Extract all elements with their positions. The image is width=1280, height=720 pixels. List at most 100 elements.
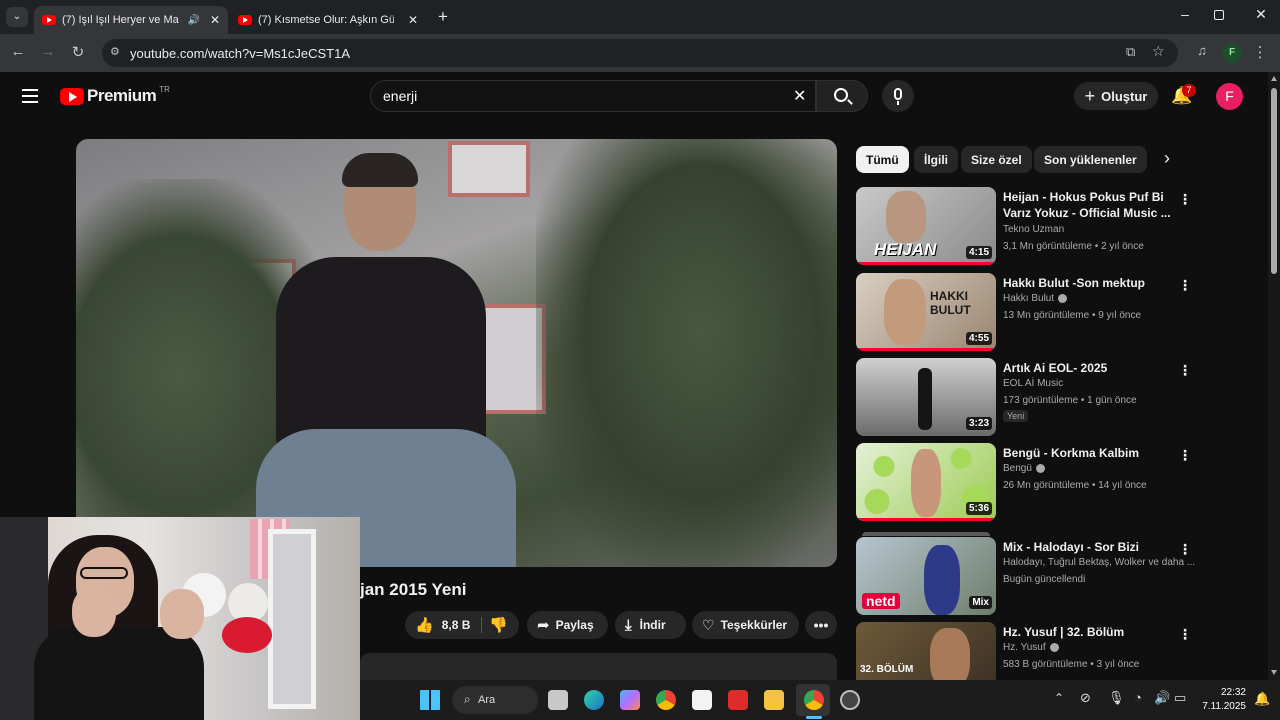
more-vertical-icon[interactable]: ⋮	[1178, 541, 1192, 558]
scrollbar-thumb[interactable]	[1271, 88, 1277, 274]
video-title[interactable]: Hz. Yusuf | 32. Bölüm	[1003, 624, 1173, 640]
like-button[interactable]: 👍 8,8 B 👎	[405, 611, 519, 639]
channel-name[interactable]: Tekno Uzman	[1003, 224, 1064, 235]
game-app-icon[interactable]	[840, 690, 860, 710]
media-controls-icon[interactable]: ♫	[1192, 43, 1212, 58]
browser-menu-icon[interactable]: ⋮	[1250, 43, 1270, 61]
search-input[interactable]: enerji ✕	[370, 80, 816, 112]
clock[interactable]: 22:32 7.11.2025	[1202, 686, 1246, 714]
forward-arrow-icon[interactable]: →	[38, 43, 58, 60]
microphone-icon[interactable]: 🎙	[1108, 690, 1125, 706]
video-thumbnail[interactable]: HEIJAN 4:15	[856, 187, 996, 265]
browser-tab[interactable]: (7) Kısmetse Olur: Aşkın Gücü 3 ✕	[230, 6, 426, 34]
video-thumbnail[interactable]: netd Mix	[856, 537, 996, 615]
reload-icon[interactable]: ↻	[68, 43, 88, 61]
chevron-right-icon[interactable]: ›	[1164, 148, 1170, 169]
install-app-icon[interactable]: ⧉	[1126, 44, 1135, 60]
site-info-icon[interactable]: ⚙	[110, 45, 120, 58]
more-vertical-icon[interactable]: ⋮	[1178, 277, 1192, 294]
video-title[interactable]: Artık Ai EOL- 2025	[1003, 360, 1173, 376]
list-item[interactable]: 5:36 Bengü - Korkma Kalbim Bengü 26 Mn g…	[856, 443, 1196, 523]
channel-name[interactable]: Hz. Yusuf	[1003, 642, 1059, 653]
back-arrow-icon[interactable]: ←	[8, 43, 28, 60]
youtube-logo[interactable]: Premium TR	[60, 85, 170, 106]
wps-office-icon[interactable]	[728, 690, 748, 710]
thumbs-down-icon[interactable]: 👎	[489, 616, 508, 634]
chrome-icon[interactable]	[656, 690, 676, 710]
camera-off-icon[interactable]: ⊘	[1080, 690, 1091, 706]
more-actions-button[interactable]: •••	[805, 611, 837, 639]
thanks-button[interactable]: ♡ Teşekkürler	[692, 611, 799, 639]
more-vertical-icon[interactable]: ⋮	[1178, 626, 1192, 643]
more-vertical-icon[interactable]: ⋮	[1178, 191, 1192, 208]
chevron-up-icon[interactable]: ⌃	[1054, 691, 1064, 705]
video-title[interactable]: Hakkı Bulut -Son mektup	[1003, 275, 1173, 291]
chip-related[interactable]: İlgili	[914, 146, 958, 173]
channel-name[interactable]: Bengü	[1003, 463, 1045, 474]
file-explorer-icon[interactable]	[764, 690, 784, 710]
chip-all[interactable]: Tümü	[856, 146, 909, 173]
create-button[interactable]: + Oluştur	[1074, 82, 1158, 110]
description-box[interactable]	[360, 653, 837, 680]
chip-for-you[interactable]: Size özel	[961, 146, 1032, 173]
person-hair	[342, 153, 418, 187]
video-thumbnail[interactable]: HAKKI BULUT 4:55	[856, 273, 996, 351]
tab-close-icon[interactable]: ✕	[408, 13, 418, 27]
task-view-icon[interactable]	[548, 690, 568, 710]
video-title[interactable]: Bengü - Korkma Kalbim	[1003, 445, 1173, 461]
bookmark-star-icon[interactable]: ☆	[1152, 43, 1165, 60]
thanks-label: Teşekkürler	[720, 618, 788, 632]
channel-name[interactable]: Halodayı, Tuğrul Bektaş, Wolker ve daha …	[1003, 557, 1195, 568]
windows-start-icon[interactable]	[420, 690, 440, 710]
list-item[interactable]: netd Mix Mix - Halodayı - Sor Bizi Halod…	[856, 532, 1196, 617]
maximize-button[interactable]	[1214, 10, 1224, 20]
video-thumbnail[interactable]: 5:36	[856, 443, 996, 521]
browser-tab-active[interactable]: (7) Işıl Işıl Heryer ve Manita 🔊 ✕	[34, 6, 228, 34]
hamburger-menu-icon[interactable]	[22, 89, 38, 103]
list-item[interactable]: 3:23 Artık Ai EOL- 2025 EOL Aİ Music 173…	[856, 358, 1196, 438]
chrome-profile-icon[interactable]	[804, 690, 824, 710]
duration-badge: 4:55	[965, 332, 992, 345]
volume-icon[interactable]: 🔊	[1154, 690, 1170, 706]
clear-search-icon[interactable]: ✕	[793, 86, 806, 106]
page-scrollbar[interactable]	[1268, 72, 1280, 680]
profile-avatar[interactable]: F	[1222, 43, 1242, 63]
tab-search-button[interactable]: ⌄	[6, 7, 28, 27]
minimize-button[interactable]: –	[1176, 6, 1194, 22]
more-vertical-icon[interactable]: ⋮	[1178, 362, 1192, 379]
tree-foliage	[536, 139, 837, 567]
tab-close-icon[interactable]: ✕	[210, 13, 220, 27]
store-icon[interactable]	[692, 690, 712, 710]
download-button[interactable]: ⤓ İndir	[615, 611, 686, 639]
search-button[interactable]	[816, 80, 868, 112]
address-bar[interactable]: ⚙ youtube.com/watch?v=Ms1cJeCST1A ⧉ ☆	[102, 39, 1178, 67]
scroll-down-arrow-icon[interactable]	[1271, 670, 1277, 675]
close-window-button[interactable]: ✕	[1252, 6, 1270, 23]
wifi-icon[interactable]: ◔	[1134, 690, 1142, 705]
edge-browser-icon[interactable]	[584, 690, 604, 710]
notification-center-icon[interactable]: 🔔	[1254, 691, 1270, 707]
voice-search-button[interactable]	[882, 80, 914, 112]
list-item[interactable]: HAKKI BULUT 4:55 Hakkı Bulut -Son mektup…	[856, 273, 1196, 353]
list-item[interactable]: 32. BÖLÜM Hz. Yusuf | 32. Bölüm Hz. Yusu…	[856, 622, 1196, 680]
scroll-up-arrow-icon[interactable]	[1271, 76, 1277, 81]
channel-name[interactable]: Hakkı Bulut	[1003, 293, 1068, 304]
share-button[interactable]: ➦ Paylaş	[527, 611, 608, 639]
taskbar-search[interactable]: ⌕ Ara	[452, 686, 538, 714]
video-thumbnail[interactable]: 3:23	[856, 358, 996, 436]
new-badge: Yeni	[1003, 410, 1029, 422]
video-thumbnail[interactable]: 32. BÖLÜM	[856, 622, 996, 680]
video-title[interactable]: Mix - Halodayı - Sor Bizi	[1003, 539, 1173, 555]
more-vertical-icon[interactable]: ⋮	[1178, 447, 1192, 464]
channel-name[interactable]: EOL Aİ Music	[1003, 378, 1063, 389]
video-title[interactable]: Heijan - Hokus Pokus Puf Bi Varız Yokuz …	[1003, 189, 1173, 221]
glasses-icon	[80, 567, 128, 579]
download-label: İndir	[639, 618, 666, 632]
chip-recently-uploaded[interactable]: Son yüklenenler	[1034, 146, 1147, 173]
video-player[interactable]	[76, 139, 837, 567]
new-tab-button[interactable]: +	[434, 7, 452, 27]
battery-icon[interactable]: ▭	[1174, 690, 1186, 706]
list-item[interactable]: HEIJAN 4:15 Heijan - Hokus Pokus Puf Bi …	[856, 187, 1196, 267]
copilot-icon[interactable]	[620, 690, 640, 710]
account-avatar[interactable]: F	[1216, 83, 1243, 110]
